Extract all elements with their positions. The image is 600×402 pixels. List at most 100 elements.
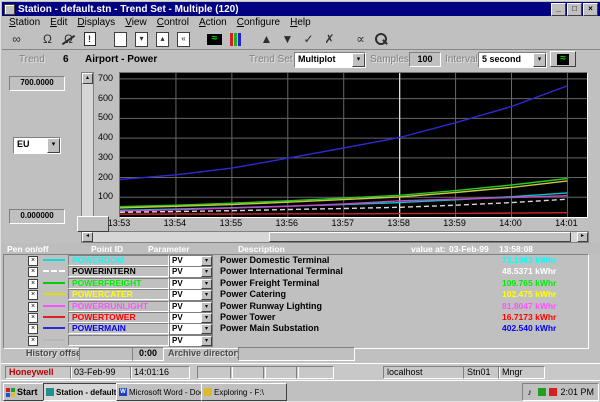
page-up-icon[interactable]: ▴ — [152, 31, 173, 48]
menu-action[interactable]: Action — [195, 17, 233, 28]
alarm-bell-icon[interactable]: Ω — [37, 31, 58, 48]
point-id-field[interactable]: POWERDOM — [68, 255, 169, 266]
chevron-down-icon[interactable]: ▾ — [201, 336, 212, 346]
history-offset-value[interactable]: 0:00 — [132, 347, 164, 361]
point-id-field[interactable]: POWERFREIGHT — [68, 278, 169, 289]
start-button[interactable]: Start — [3, 383, 44, 401]
trend-label: Trend — [19, 54, 45, 65]
point-id-field[interactable]: POWERRUNLIGHT — [68, 301, 169, 312]
raise-icon[interactable]: ▲ — [256, 31, 277, 48]
task-explorer[interactable]: Exploring - F:\ — [201, 383, 287, 401]
accept-icon[interactable]: ✓ — [298, 31, 319, 48]
archive-directory-field[interactable] — [238, 347, 355, 361]
menu-displays[interactable]: Displays — [73, 17, 121, 28]
scale-max-field[interactable]: 700.0000 — [9, 76, 65, 91]
parameter-select[interactable]: PV▾ — [169, 323, 213, 335]
trend-set-select[interactable]: Multiplot ▾ — [294, 52, 366, 68]
explorer-icon — [204, 388, 212, 396]
pen-checkbox[interactable]: × — [28, 313, 38, 323]
menu-edit[interactable]: Edit — [46, 17, 73, 28]
pen-checkbox[interactable]: × — [28, 290, 38, 300]
axis-corner-button[interactable] — [77, 216, 109, 232]
pen-checkbox[interactable]: × — [28, 336, 38, 346]
chevron-down-icon[interactable]: ▾ — [201, 267, 212, 277]
interval-label: Interval — [445, 54, 478, 65]
point-id-field[interactable]: POWERTOWER — [68, 312, 169, 323]
menu-configure[interactable]: Configure — [233, 17, 286, 28]
page-down-icon[interactable]: ▾ — [131, 31, 152, 48]
task-word[interactable]: WMicrosoft Word - Document — [116, 383, 204, 401]
y-tick-label: 700 — [98, 73, 113, 83]
pen-checkbox[interactable]: × — [28, 324, 38, 334]
page-back-icon[interactable]: « — [173, 31, 194, 48]
volume-icon[interactable]: ♪ — [527, 388, 535, 396]
task-label: Exploring - F:\ — [214, 388, 264, 397]
parameter-select[interactable]: PV▾ — [169, 266, 213, 278]
chevron-down-icon[interactable]: ▾ — [201, 313, 212, 323]
pen-value: 102.475 kWhr — [502, 289, 556, 300]
tray-alarm-icon[interactable] — [549, 388, 557, 396]
group-display-icon[interactable] — [225, 31, 246, 48]
connect-icon[interactable]: ∝ — [350, 31, 371, 48]
pen-checkbox[interactable]: × — [28, 267, 38, 277]
station-task-icon — [46, 388, 54, 396]
chevron-down-icon[interactable]: ▾ — [201, 256, 212, 266]
scroll-up-icon[interactable]: ▴ — [82, 73, 93, 84]
plot-area[interactable] — [119, 72, 588, 218]
task-station[interactable]: Station - default.stn -... — [43, 383, 119, 401]
alarm-silence-icon[interactable]: Ω — [58, 31, 79, 48]
chevron-down-icon[interactable]: ▾ — [47, 138, 60, 153]
samples-field[interactable]: 100 — [409, 52, 441, 67]
y-tick-label: 400 — [98, 132, 113, 142]
alarm-summary-icon[interactable]: ! — [79, 31, 100, 48]
scroll-left-icon[interactable]: ◂ — [82, 232, 93, 242]
tray-station-icon[interactable] — [538, 388, 546, 396]
chevron-down-icon[interactable]: ▾ — [201, 279, 212, 289]
chart-display-button[interactable]: ≈ — [550, 51, 576, 67]
chevron-down-icon[interactable]: ▾ — [201, 324, 212, 334]
point-id-field[interactable]: POWERINTERN — [68, 266, 169, 277]
scale-min-field[interactable]: 0.000000 — [9, 209, 65, 224]
chevron-down-icon[interactable]: ▾ — [201, 290, 212, 300]
trend-display-icon[interactable]: ≈ — [204, 31, 225, 48]
point-id-field[interactable] — [68, 335, 169, 346]
binoculars-icon[interactable]: ∞ — [6, 31, 27, 48]
scroll-right-icon[interactable]: ▸ — [577, 232, 588, 242]
chevron-down-icon[interactable]: ▾ — [352, 53, 365, 67]
parameter-select[interactable]: PV▾ — [169, 278, 213, 290]
chevron-down-icon[interactable]: ▾ — [533, 53, 546, 67]
menu-control[interactable]: Control — [153, 17, 195, 28]
minimize-button[interactable]: _ — [551, 3, 566, 16]
menu-view[interactable]: View — [121, 17, 153, 28]
interval-select[interactable]: 5 second ▾ — [478, 52, 547, 68]
pen-value: 81.8047 kWhr — [502, 301, 556, 312]
lower-icon[interactable]: ▼ — [277, 31, 298, 48]
scrollbar-thumb[interactable] — [269, 232, 571, 242]
status-time: 14:01:16 — [130, 366, 190, 379]
pen-checkbox[interactable]: × — [28, 279, 38, 289]
pen-checkbox[interactable]: × — [28, 256, 38, 266]
eu-select[interactable]: EU ▾ — [13, 137, 61, 154]
zoom-icon[interactable] — [371, 31, 392, 48]
y-tick-label: 600 — [98, 93, 113, 103]
chevron-down-icon[interactable]: ▾ — [201, 302, 212, 312]
menu-station[interactable]: Station — [5, 17, 46, 28]
col-value-time: 13:58:08 — [499, 244, 533, 254]
pen-checkbox[interactable]: × — [28, 302, 38, 312]
parameter-select[interactable]: PV▾ — [169, 255, 213, 267]
point-id-field[interactable]: POWERCATER — [68, 289, 169, 300]
page-blank-icon[interactable] — [110, 31, 131, 48]
archive-directory-label: Archive directory — [168, 348, 242, 358]
status-user: Mngr — [498, 366, 545, 379]
history-offset-field[interactable] — [79, 347, 133, 361]
close-button[interactable]: × — [583, 3, 598, 16]
menu-help[interactable]: Help — [286, 17, 317, 28]
parameter-select[interactable]: PV▾ — [169, 312, 213, 324]
parameter-select[interactable]: PV▾ — [169, 301, 213, 313]
parameter-select[interactable]: PV▾ — [169, 335, 213, 347]
point-id-field[interactable]: POWERMAIN — [68, 323, 169, 334]
maximize-button[interactable]: □ — [567, 3, 582, 16]
parameter-select[interactable]: PV▾ — [169, 289, 213, 301]
cancel-icon[interactable]: ✗ — [319, 31, 340, 48]
horizontal-scrollbar[interactable]: ◂ ▸ — [81, 231, 589, 243]
